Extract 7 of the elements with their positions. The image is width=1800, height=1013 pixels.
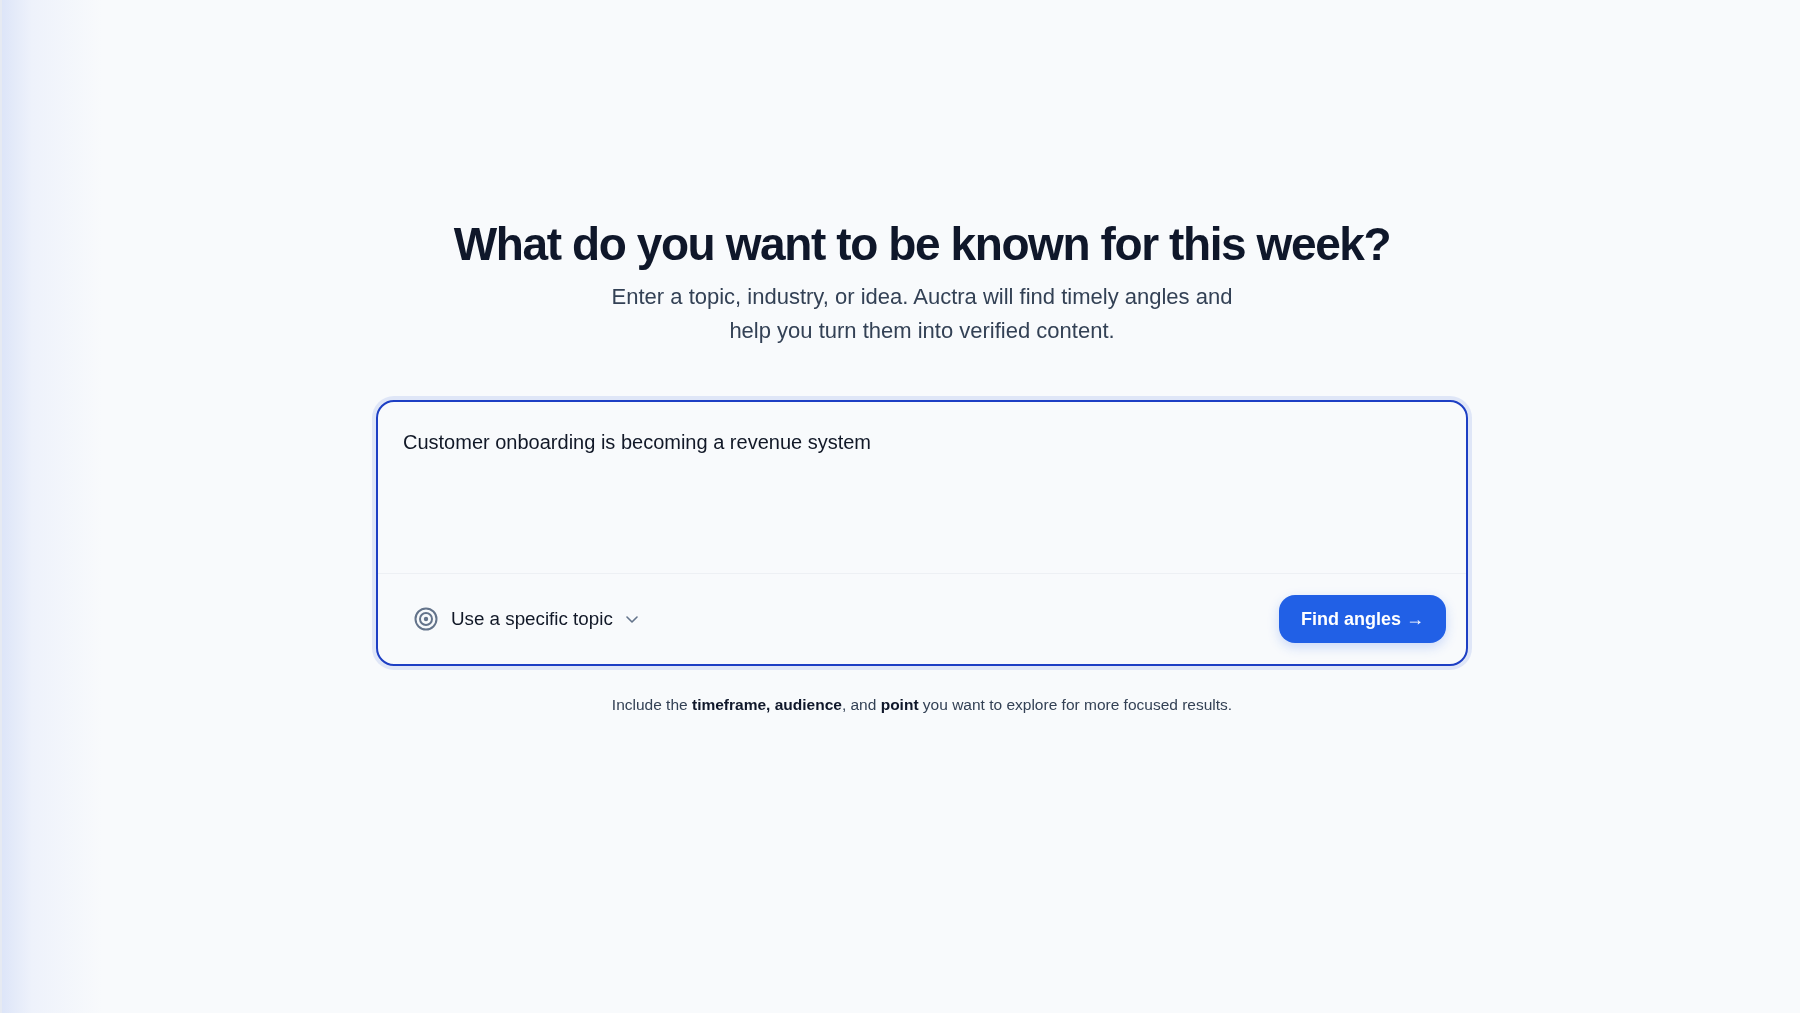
chevron-down-icon <box>625 615 638 623</box>
topic-dropdown[interactable]: Use a specific topic <box>414 607 638 631</box>
find-angles-button[interactable]: Find angles → <box>1279 595 1446 643</box>
page-subtitle: Enter a topic, industry, or idea. Auctra will find timely angles and help you turn them into verified content. <box>610 283 1234 345</box>
target-icon <box>414 607 438 631</box>
page-heading: What do you want to be known for this week? <box>453 217 1391 272</box>
hint-text: Include the timeframe, audience, and point you want to explore for more focused results. <box>611 696 1233 714</box>
